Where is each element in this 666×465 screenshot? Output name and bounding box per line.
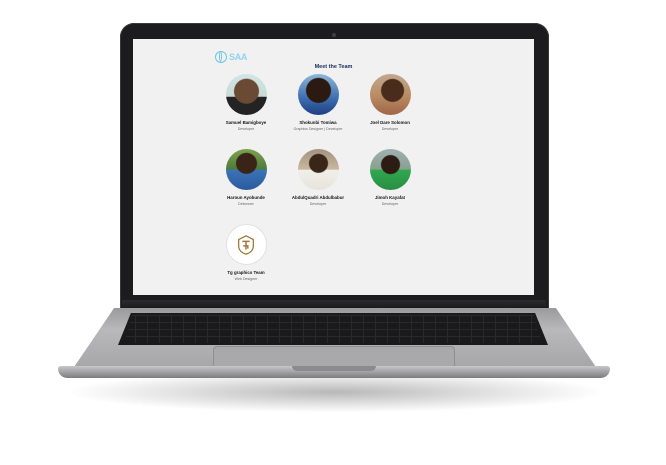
avatar xyxy=(225,224,267,265)
site-logo[interactable]: SAA xyxy=(215,51,247,63)
member-role: Developer xyxy=(381,127,399,131)
member-role: Developer xyxy=(381,202,399,206)
keyboard-keys xyxy=(124,315,542,343)
avatar xyxy=(297,74,339,115)
avatar xyxy=(297,149,339,190)
member-name: Jimoh Kayafat xyxy=(374,195,405,200)
page-title: Meet the Team xyxy=(314,64,353,70)
avatar xyxy=(225,74,267,115)
team-member-card[interactable]: Tg graphics Team Web Designer xyxy=(201,224,291,281)
tg-logo-icon xyxy=(238,234,254,255)
logo-text: SAA xyxy=(229,52,248,62)
member-name: Joel Dare Solomon xyxy=(370,120,410,125)
member-name: Tg graphics Team xyxy=(227,270,265,275)
laptop-shadow xyxy=(70,372,600,412)
member-role: Web Designer xyxy=(234,277,258,281)
webcam-icon xyxy=(332,33,336,37)
avatar xyxy=(225,149,267,190)
lid-open-notch xyxy=(292,366,376,371)
avatar xyxy=(369,74,411,115)
team-member-card[interactable]: Joel Dare Solomon Developer xyxy=(345,74,435,131)
globe-icon xyxy=(215,51,227,63)
avatar xyxy=(369,149,411,190)
laptop-screen: SAA Meet the Team Samuel Bamigboye Devel… xyxy=(133,39,534,295)
team-member-card[interactable]: Jimoh Kayafat Developer xyxy=(345,149,435,206)
